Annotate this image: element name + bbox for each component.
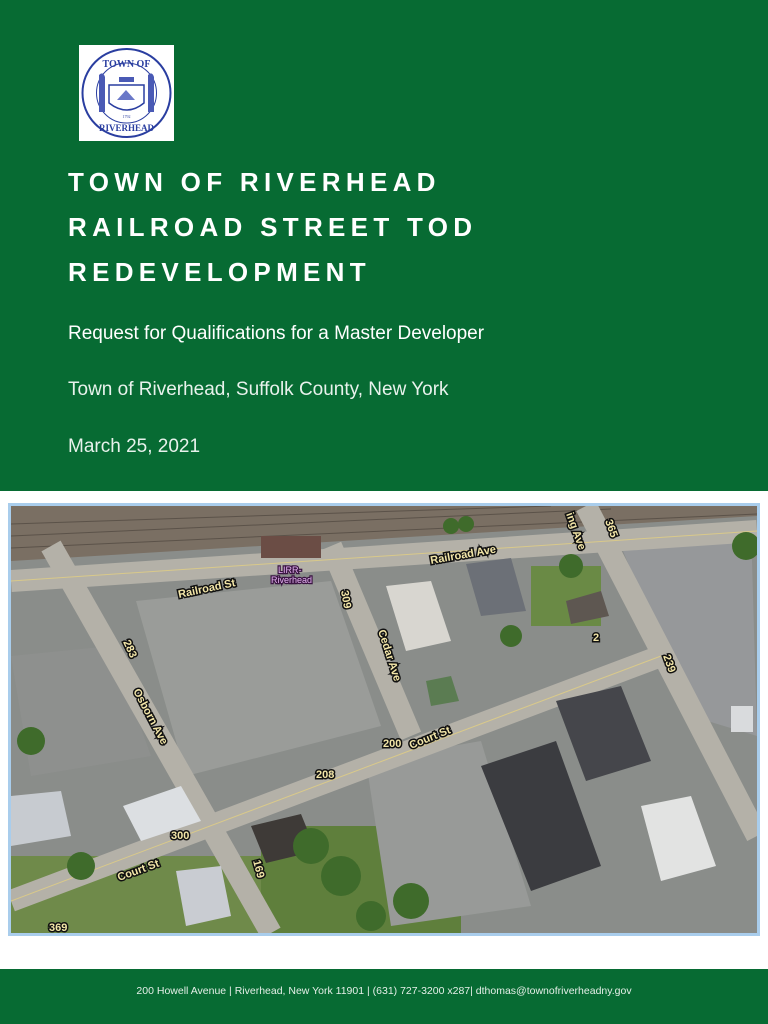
label-208: 208 <box>316 769 334 781</box>
title-line-3: REDEVELOPMENT <box>68 257 371 287</box>
title-line-2: RAILROAD STREET TOD <box>68 212 478 242</box>
label-lirr-line1: LIRR- <box>278 565 302 575</box>
town-seal-logo: TOWN OF RIVERHEAD 1792 <box>79 45 174 141</box>
document-subtitle: Request for Qualifications for a Master … <box>68 323 485 344</box>
document-date: March 25, 2021 <box>68 436 201 457</box>
svg-text:RIVERHEAD: RIVERHEAD <box>99 123 155 133</box>
svg-text:TOWN OF: TOWN OF <box>103 59 151 70</box>
label-2: 2 <box>593 632 599 644</box>
title-line-1: TOWN OF RIVERHEAD <box>68 167 441 197</box>
document-title: TOWN OF RIVERHEAD RAILROAD STREET TOD RE… <box>68 160 477 295</box>
label-369: 369 <box>49 922 67 933</box>
cover-header: TOWN OF RIVERHEAD 1792 TOWN OF RIVERHEAD… <box>0 0 768 491</box>
svg-text:1792: 1792 <box>123 114 131 119</box>
label-300: 300 <box>171 830 189 842</box>
label-200: 200 <box>383 738 401 750</box>
cover-footer: 200 Howell Avenue | Riverhead, New York … <box>0 969 768 1024</box>
document-location: Town of Riverhead, Suffolk County, New Y… <box>68 379 449 400</box>
contact-info: 200 Howell Avenue | Riverhead, New York … <box>136 985 632 997</box>
aerial-site-photo: Railroad St Railroad Ave LIRR- Riverhead… <box>8 503 760 936</box>
label-lirr-line2: Riverhead <box>271 575 312 585</box>
